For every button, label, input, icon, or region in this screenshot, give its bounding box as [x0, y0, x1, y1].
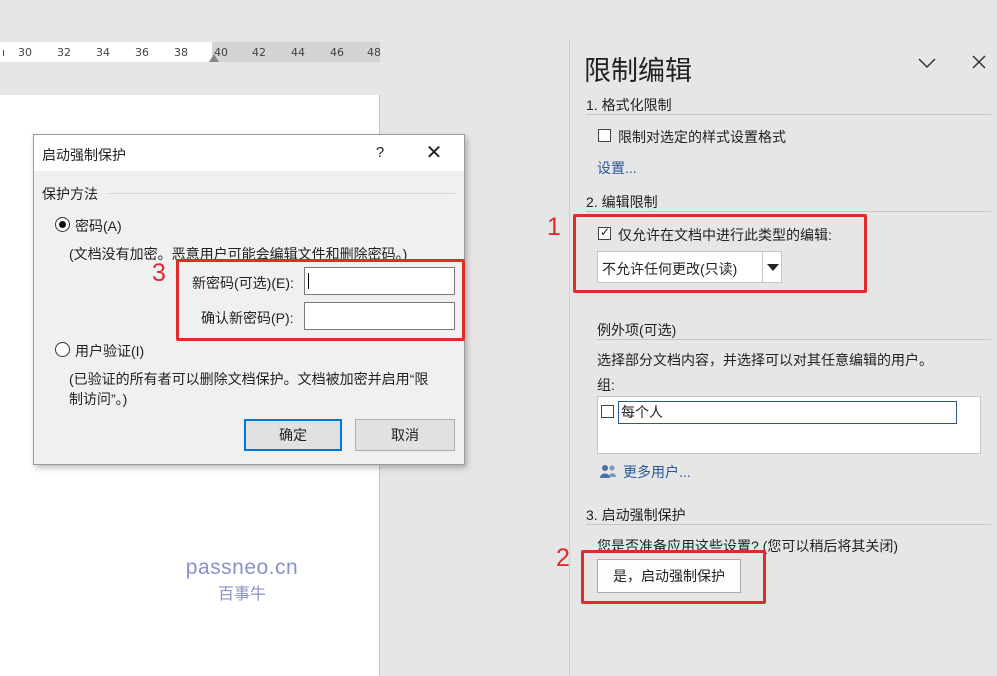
section-divider [586, 211, 991, 212]
users-icon [599, 463, 617, 479]
section-divider [586, 114, 991, 115]
ruler-tick: 48 [367, 46, 381, 59]
ruler-tick: 36 [135, 46, 149, 59]
user-authentication-label[interactable]: 用户验证(I) [75, 341, 144, 361]
annotation-box-3 [176, 259, 465, 341]
everyone-item[interactable]: 每个人 [618, 401, 957, 424]
annotation-box-1 [573, 214, 867, 293]
annotation-box-2 [581, 550, 766, 604]
close-icon[interactable]: ✕ [423, 143, 445, 165]
ruler-tick: 46 [330, 46, 344, 59]
section-editing-heading: 2. 编辑限制 [586, 194, 658, 210]
watermark-brand: 百事牛 [217, 586, 266, 603]
limit-formatting-checkbox[interactable] [598, 129, 611, 142]
section-divider [586, 524, 991, 525]
ruler-tick: 44 [291, 46, 305, 59]
exceptions-description: 选择部分文档内容，并选择可以对其任意编辑的用户。 [597, 352, 933, 368]
ruler-tick: ı [2, 46, 6, 59]
password-radio[interactable] [55, 217, 70, 232]
help-button[interactable]: ? [370, 144, 390, 161]
horizontal-ruler[interactable]: ı 30 32 34 36 38 40 42 44 46 48 [0, 42, 381, 62]
cancel-button[interactable]: 取消 [355, 419, 455, 451]
dialog-titlebar: 启动强制保护 ? ✕ [34, 135, 464, 171]
ruler-tick: 38 [174, 46, 188, 59]
groups-label: 组: [597, 377, 615, 393]
watermark-domain: passneo.cn [185, 556, 299, 579]
dialog-title: 启动强制保护 [42, 147, 126, 163]
everyone-checkbox[interactable] [601, 405, 614, 418]
ok-button[interactable]: 确定 [244, 419, 342, 451]
ruler-tick: 30 [18, 46, 32, 59]
pane-title: 限制编辑 [584, 56, 692, 86]
settings-link[interactable]: 设置... [597, 158, 637, 178]
group-divider [108, 193, 455, 194]
close-icon[interactable] [970, 53, 988, 77]
annotation-number-2: 2 [556, 544, 570, 572]
exceptions-divider [597, 339, 991, 340]
user-authentication-radio[interactable] [55, 342, 70, 357]
annotation-number-3: 3 [152, 259, 166, 287]
user-authentication-note-line2: 制访问”。) [69, 391, 128, 407]
ruler-tick: 32 [57, 46, 71, 59]
ruler-tick: 42 [252, 46, 266, 59]
more-users-link[interactable]: 更多用户... [623, 462, 691, 482]
chevron-down-icon[interactable] [917, 52, 937, 78]
protection-method-label: 保护方法 [42, 186, 98, 202]
exceptions-heading: 例外项(可选) [597, 322, 677, 338]
user-authentication-note-line1: (已验证的所有者可以删除文档保护。文档被加密并启用“限 [69, 371, 429, 387]
annotation-number-1: 1 [547, 213, 561, 241]
groups-list[interactable]: 每个人 [597, 396, 981, 454]
indent-marker[interactable] [209, 54, 219, 62]
ruler-tick: 34 [96, 46, 110, 59]
pane-divider [569, 40, 570, 676]
password-radio-label[interactable]: 密码(A) [75, 216, 122, 236]
limit-formatting-label[interactable]: 限制对选定的样式设置格式 [618, 127, 786, 147]
section-enforcement-heading: 3. 启动强制保护 [586, 507, 686, 523]
watermark: passneo.cn 百事牛 [182, 556, 302, 604]
section-formatting-heading: 1. 格式化限制 [586, 97, 672, 113]
